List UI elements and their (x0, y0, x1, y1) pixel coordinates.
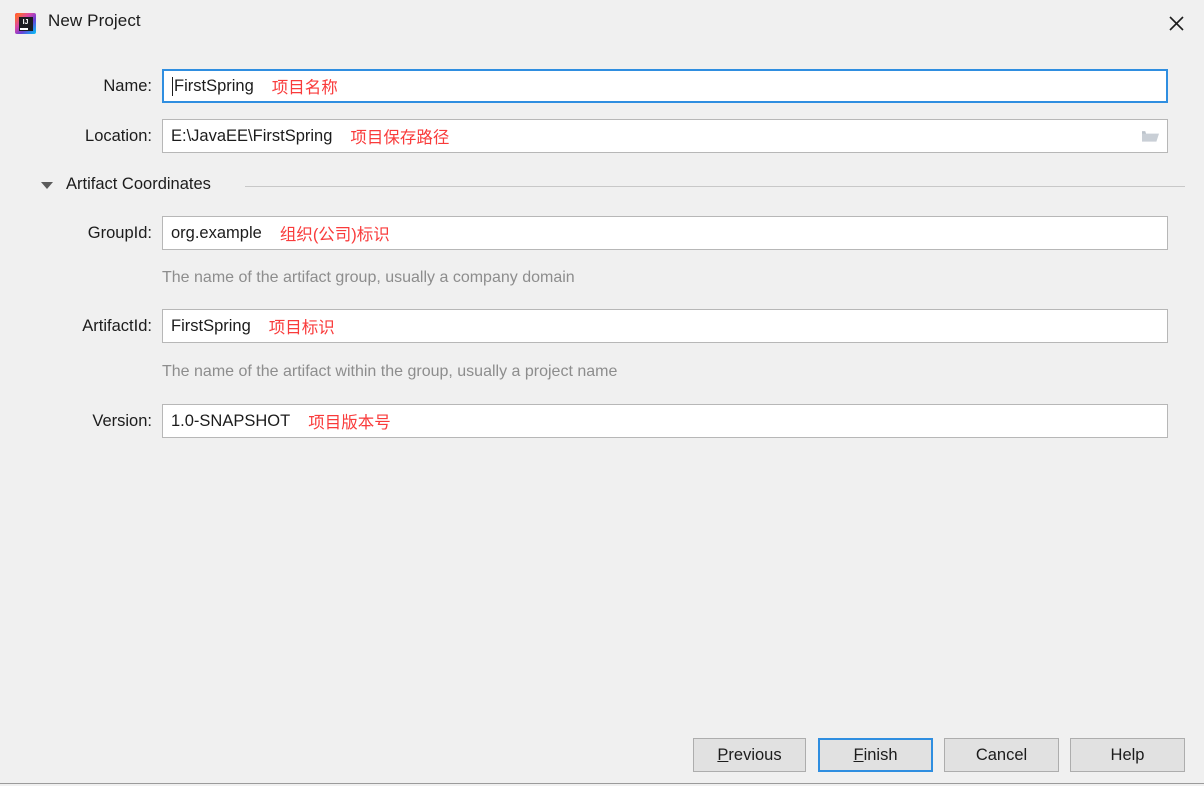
name-input-value: FirstSpring (174, 76, 254, 95)
location-label: Location: (85, 127, 152, 145)
artifact-id-label: ArtifactId: (82, 317, 152, 335)
new-project-form: Name: FirstSpring 项目名称 Location: E:\Java… (0, 47, 1204, 727)
section-divider (245, 186, 1185, 187)
group-id-row: GroupId: org.example 组织(公司)标识 (0, 216, 1204, 250)
finish-button-mnemonic: F (853, 745, 864, 764)
artifact-id-input-value: FirstSpring (171, 316, 251, 335)
finish-button[interactable]: Finish (818, 738, 933, 772)
artifact-coordinates-section-header[interactable]: Artifact Coordinates (0, 175, 1204, 197)
location-input[interactable]: E:\JavaEE\FirstSpring 项目保存路径 (162, 119, 1168, 153)
dialog-button-bar: Previous Finish Cancel Help (0, 738, 1204, 774)
artifact-id-annotation: 项目标识 (268, 319, 335, 337)
artifact-id-input[interactable]: FirstSpring 项目标识 (162, 309, 1168, 343)
group-id-annotation: 组织(公司)标识 (279, 226, 390, 244)
artifact-id-row: ArtifactId: FirstSpring 项目标识 (0, 309, 1204, 343)
group-id-input-value: org.example (171, 223, 262, 242)
previous-button-mnemonic: P (717, 745, 729, 764)
group-id-label: GroupId: (87, 224, 152, 242)
version-input-value: 1.0-SNAPSHOT (171, 411, 291, 430)
dialog-title-bar: IJ New Project (0, 0, 1204, 47)
location-annotation: 项目保存路径 (350, 129, 450, 147)
location-input-value: E:\JavaEE\FirstSpring (171, 126, 333, 145)
name-label: Name: (103, 77, 152, 95)
artifact-id-hint: The name of the artifact within the grou… (162, 363, 618, 380)
name-annotation: 项目名称 (271, 79, 338, 97)
version-label: Version: (92, 412, 152, 430)
group-id-input[interactable]: org.example 组织(公司)标识 (162, 216, 1168, 250)
cancel-button-label: Cancel (975, 745, 1028, 764)
previous-button[interactable]: Previous (693, 738, 806, 772)
folder-icon[interactable] (1133, 120, 1167, 152)
close-icon[interactable] (1148, 0, 1204, 46)
version-annotation: 项目版本号 (308, 414, 391, 432)
finish-button-label: inish (863, 745, 898, 764)
artifact-coordinates-label: Artifact Coordinates (66, 175, 211, 193)
chevron-down-icon[interactable] (41, 182, 53, 189)
help-button[interactable]: Help (1070, 738, 1185, 772)
name-row: Name: FirstSpring 项目名称 (0, 69, 1204, 103)
version-input[interactable]: 1.0-SNAPSHOT 项目版本号 (162, 404, 1168, 438)
intellij-idea-icon: IJ (15, 13, 36, 34)
group-id-hint: The name of the artifact group, usually … (162, 269, 575, 286)
version-row: Version: 1.0-SNAPSHOT 项目版本号 (0, 404, 1204, 438)
previous-button-label: revious (728, 745, 782, 764)
name-input[interactable]: FirstSpring 项目名称 (162, 69, 1168, 103)
cancel-button[interactable]: Cancel (944, 738, 1059, 772)
location-row: Location: E:\JavaEE\FirstSpring 项目保存路径 (0, 119, 1204, 153)
dialog-title: New Project (48, 11, 141, 30)
help-button-label: Help (1110, 745, 1145, 764)
